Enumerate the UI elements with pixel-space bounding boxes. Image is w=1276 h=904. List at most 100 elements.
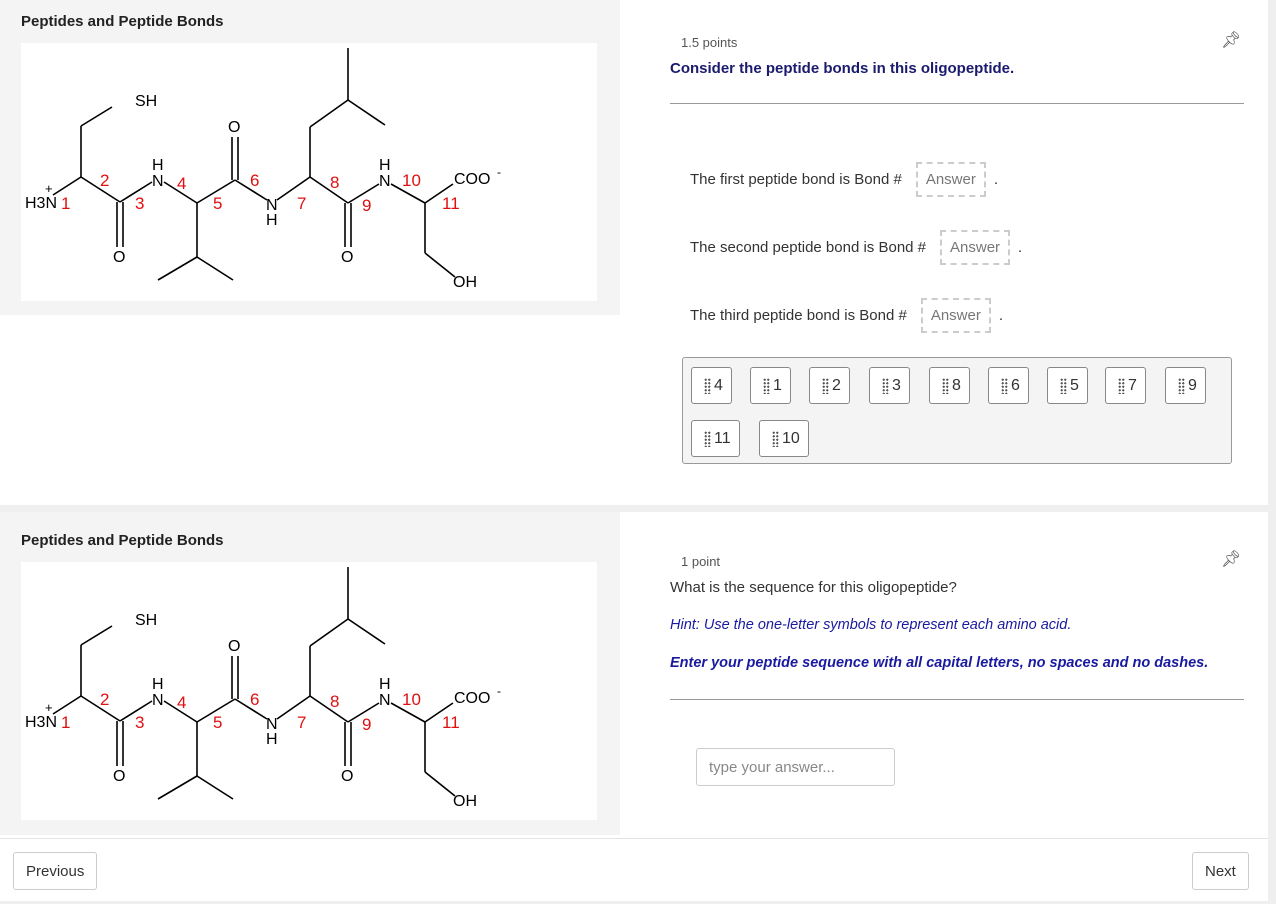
svg-text:N: N bbox=[379, 692, 391, 709]
svg-text:H: H bbox=[379, 157, 391, 174]
peptide-structure-diagram: H3N + SH O N H O N H O N H COO - OH 1 2 … bbox=[25, 567, 501, 810]
sequence-answer-input[interactable] bbox=[696, 748, 895, 786]
drag-handle-icon bbox=[763, 377, 770, 394]
svg-text:7: 7 bbox=[297, 194, 306, 213]
svg-text:3: 3 bbox=[135, 194, 144, 213]
svg-text:H: H bbox=[266, 212, 278, 229]
svg-text:+: + bbox=[45, 700, 53, 715]
blank-row-3: The third peptide bond is Bond # Answer. bbox=[690, 298, 1003, 333]
svg-text:OH: OH bbox=[453, 274, 477, 291]
svg-text:N: N bbox=[152, 173, 164, 190]
pin-icon[interactable]: 📌︎ bbox=[1221, 30, 1241, 50]
svg-text:-: - bbox=[497, 165, 501, 179]
svg-text:H3N: H3N bbox=[25, 195, 57, 212]
navigation-bar: Previous Next bbox=[0, 838, 1268, 901]
svg-text:4: 4 bbox=[177, 174, 186, 193]
bonds bbox=[52, 48, 456, 281]
bond-numbers: 1 2 3 4 5 6 7 8 9 10 11 bbox=[61, 171, 460, 215]
question-2-stimulus: Peptides and Peptide Bonds H3N + SH O N … bbox=[0, 512, 620, 835]
answer-choice-6[interactable]: 6 bbox=[988, 367, 1029, 404]
svg-text:O: O bbox=[228, 119, 240, 136]
svg-text:H3N: H3N bbox=[25, 714, 57, 731]
svg-text:1: 1 bbox=[61, 713, 70, 732]
svg-text:2: 2 bbox=[100, 171, 109, 190]
bonds bbox=[52, 567, 456, 800]
choice-label: 10 bbox=[782, 429, 800, 447]
points-label: 1 point bbox=[681, 554, 721, 569]
svg-text:H: H bbox=[152, 676, 164, 693]
choice-label: 5 bbox=[1070, 376, 1079, 394]
svg-text:COO: COO bbox=[454, 690, 490, 707]
answer-choice-8[interactable]: 8 bbox=[929, 367, 970, 404]
choice-label: 6 bbox=[1011, 376, 1020, 394]
svg-text:11: 11 bbox=[442, 713, 460, 732]
hint-text: Hint: Use the one-letter symbols to repr… bbox=[670, 617, 1072, 633]
pin-icon[interactable]: 📌︎ bbox=[1221, 549, 1241, 569]
drag-handle-icon bbox=[704, 377, 711, 394]
question-prompt: Consider the peptide bonds in this oligo… bbox=[670, 60, 1015, 77]
svg-text:5: 5 bbox=[213, 713, 222, 732]
choice-label: 7 bbox=[1128, 376, 1137, 394]
svg-text:O: O bbox=[341, 249, 353, 266]
answer-choice-3[interactable]: 3 bbox=[869, 367, 910, 404]
atom-labels: H3N + SH O N H O N H O N H COO - OH bbox=[25, 93, 501, 291]
points-label: 1.5 points bbox=[681, 35, 738, 50]
svg-text:OH: OH bbox=[453, 793, 477, 810]
answer-choice-4[interactable]: 4 bbox=[691, 367, 732, 404]
svg-text:H: H bbox=[379, 676, 391, 693]
drag-handle-icon bbox=[772, 430, 779, 447]
svg-text:SH: SH bbox=[135, 93, 157, 110]
answer-choice-bank: 4 1 2 3 8 6 5 7 9 11 10 bbox=[682, 357, 1232, 464]
answer-choice-1[interactable]: 1 bbox=[750, 367, 791, 404]
blank-row-1: The first peptide bond is Bond # Answer. bbox=[690, 162, 998, 197]
svg-text:3: 3 bbox=[135, 713, 144, 732]
svg-text:N: N bbox=[379, 173, 391, 190]
peptide-structure-image: H3N + SH O N H O N H O N H COO - OH 1 2 … bbox=[21, 43, 597, 301]
peptide-structure-diagram: H3N + SH O N H O N H O N H COO - OH 1 2 … bbox=[25, 48, 501, 291]
choice-label: 2 bbox=[832, 376, 841, 394]
divider bbox=[670, 103, 1244, 104]
svg-text:9: 9 bbox=[362, 196, 371, 215]
svg-text:6: 6 bbox=[250, 171, 259, 190]
svg-text:6: 6 bbox=[250, 690, 259, 709]
svg-text:8: 8 bbox=[330, 692, 339, 711]
svg-text:4: 4 bbox=[177, 693, 186, 712]
svg-text:11: 11 bbox=[442, 194, 460, 213]
answer-choice-2[interactable]: 2 bbox=[809, 367, 850, 404]
blank-label: The first peptide bond is Bond # bbox=[690, 171, 902, 188]
choice-label: 4 bbox=[714, 376, 723, 394]
answer-choice-10[interactable]: 10 bbox=[759, 420, 809, 457]
blank-row-2: The second peptide bond is Bond # Answer… bbox=[690, 230, 1022, 265]
answer-choice-5[interactable]: 5 bbox=[1047, 367, 1088, 404]
drag-handle-icon bbox=[1060, 377, 1067, 394]
answer-choice-11[interactable]: 11 bbox=[691, 420, 740, 457]
next-button[interactable]: Next bbox=[1192, 852, 1249, 890]
atom-labels: H3N + SH O N H O N H O N H COO - OH bbox=[25, 612, 501, 810]
blank-label: The third peptide bond is Bond # bbox=[690, 307, 907, 324]
answer-drop-zone-2[interactable]: Answer bbox=[940, 230, 1011, 265]
svg-text:O: O bbox=[228, 638, 240, 655]
instruction-text: Enter your peptide sequence with all cap… bbox=[670, 655, 1209, 671]
stimulus-title: Peptides and Peptide Bonds bbox=[21, 13, 224, 30]
svg-text:-: - bbox=[497, 684, 501, 698]
svg-text:O: O bbox=[341, 768, 353, 785]
svg-text:O: O bbox=[113, 768, 125, 785]
stimulus-title: Peptides and Peptide Bonds bbox=[21, 532, 224, 549]
svg-text:8: 8 bbox=[330, 173, 339, 192]
drag-handle-icon bbox=[1178, 377, 1185, 394]
drag-handle-icon bbox=[942, 377, 949, 394]
drag-handle-icon bbox=[1118, 377, 1125, 394]
svg-text:5: 5 bbox=[213, 194, 222, 213]
svg-text:10: 10 bbox=[402, 690, 421, 709]
answer-drop-zone-1[interactable]: Answer bbox=[915, 162, 986, 197]
answer-choice-9[interactable]: 9 bbox=[1165, 367, 1206, 404]
choice-label: 3 bbox=[892, 376, 901, 394]
drag-handle-icon bbox=[704, 430, 711, 447]
answer-choice-7[interactable]: 7 bbox=[1105, 367, 1146, 404]
previous-button[interactable]: Previous bbox=[13, 852, 98, 890]
svg-text:N: N bbox=[152, 692, 164, 709]
choice-label: 8 bbox=[952, 376, 961, 394]
answer-drop-zone-3[interactable]: Answer bbox=[920, 298, 991, 333]
svg-text:O: O bbox=[113, 249, 125, 266]
drag-handle-icon bbox=[1001, 377, 1008, 394]
